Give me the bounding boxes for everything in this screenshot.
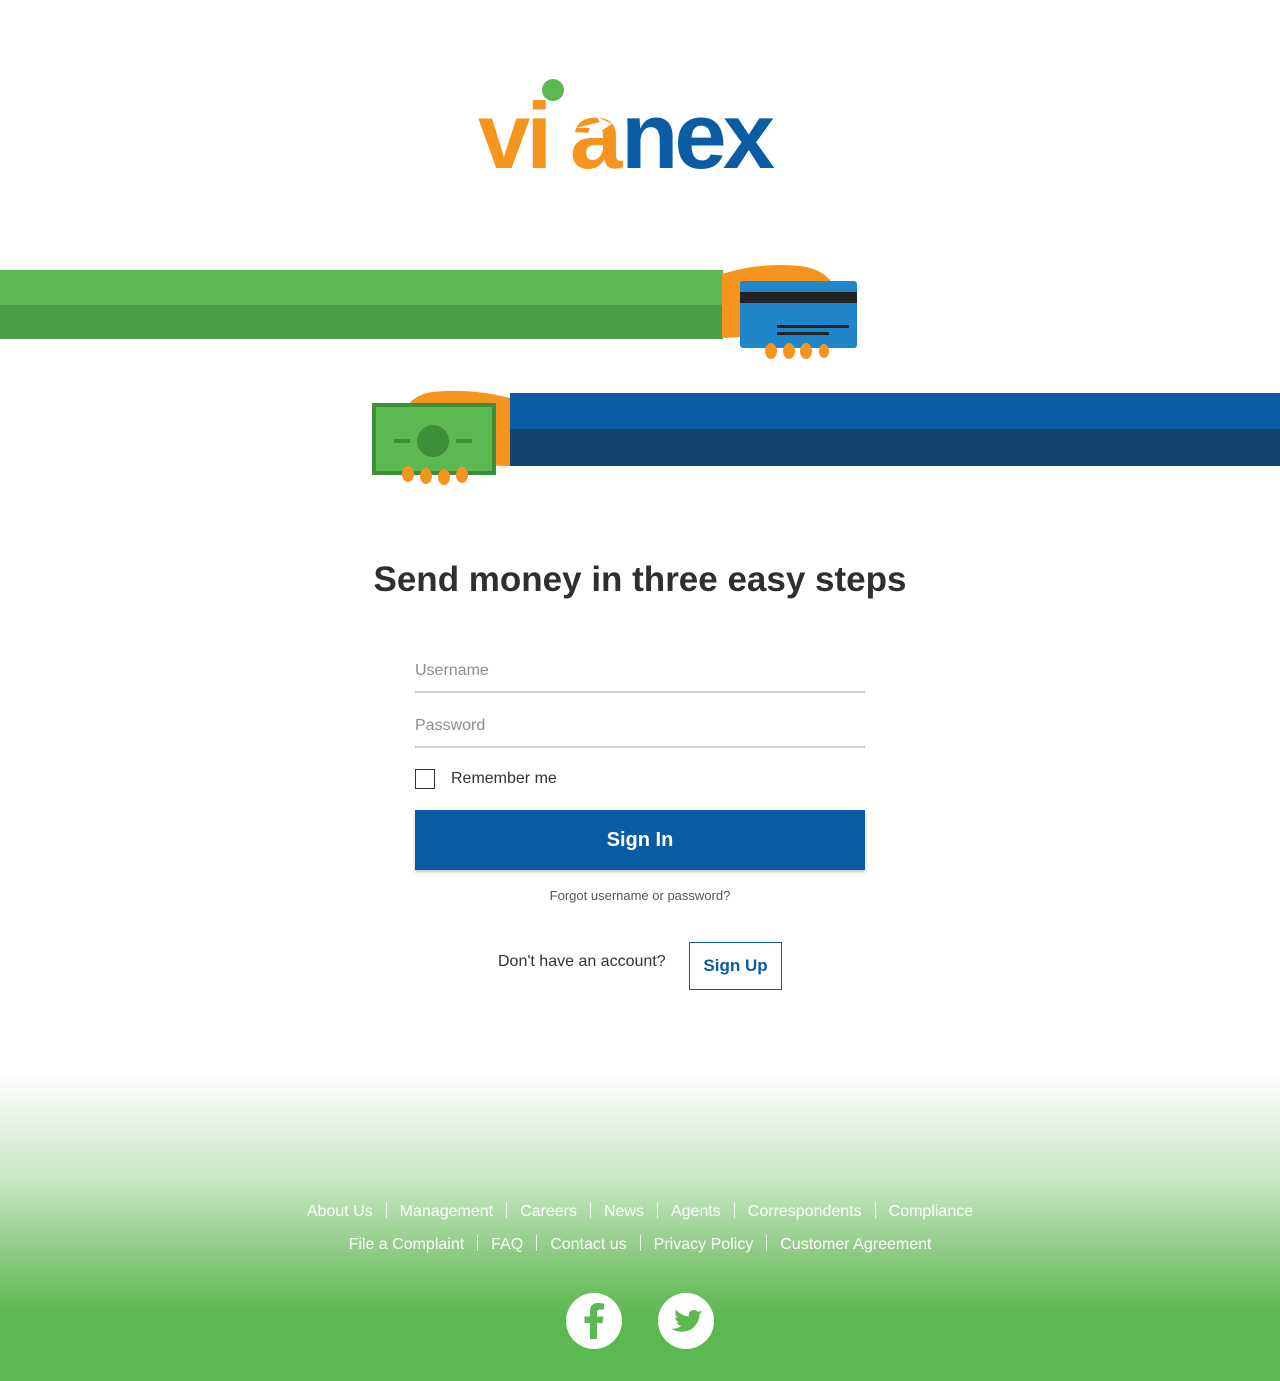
- link-separator: [766, 1235, 768, 1251]
- vianex-logo[interactable]: vi a nex: [478, 76, 804, 176]
- sign-in-button[interactable]: Sign In: [415, 810, 865, 870]
- username-input[interactable]: [415, 651, 865, 693]
- footer-link-contact-us[interactable]: Contact us: [550, 1236, 626, 1253]
- arm-with-cash-illustration: [372, 390, 1280, 485]
- link-separator: [477, 1235, 479, 1251]
- link-separator: [536, 1235, 538, 1251]
- link-separator: [506, 1202, 508, 1218]
- footer-links-row-2: File a Complaint FAQ Contact us Privacy Pol…: [0, 1235, 1280, 1254]
- footer-link-management[interactable]: Management: [400, 1203, 493, 1220]
- link-separator: [733, 1202, 735, 1218]
- footer-link-file-a-complaint[interactable]: File a Complaint: [349, 1236, 465, 1253]
- footer-link-privacy-policy[interactable]: Privacy Policy: [654, 1236, 754, 1253]
- footer-link-news[interactable]: News: [604, 1203, 644, 1220]
- twitter-glyph: [671, 1309, 703, 1332]
- arm-with-card-illustration: [0, 265, 857, 359]
- footer-link-compliance[interactable]: Compliance: [889, 1203, 973, 1220]
- footer-link-correspondents[interactable]: Correspondents: [748, 1203, 862, 1220]
- facebook-glyph: [584, 1303, 604, 1339]
- link-separator: [874, 1202, 876, 1218]
- footer-links-row-1: About Us Management Careers News Agents Corre…: [0, 1202, 1280, 1221]
- svg-text:nex: nex: [621, 83, 775, 176]
- page-headline: Send money in three easy steps: [373, 560, 907, 599]
- remember-me-checkbox[interactable]: [415, 769, 435, 789]
- footer-link-about-us[interactable]: About Us: [307, 1203, 373, 1220]
- footer-link-agents[interactable]: Agents: [671, 1203, 721, 1220]
- facebook-icon[interactable]: [566, 1293, 622, 1349]
- footer: [0, 1072, 1280, 1381]
- sign-up-button[interactable]: Sign Up: [689, 942, 782, 990]
- no-account-text: Don't have an account?: [498, 953, 666, 970]
- link-separator: [656, 1202, 658, 1218]
- remember-me-label[interactable]: Remember me: [451, 770, 557, 788]
- remember-me-row[interactable]: Remember me: [415, 768, 557, 790]
- svg-text:a: a: [570, 83, 623, 176]
- password-input[interactable]: [415, 706, 865, 748]
- forgot-credentials-link[interactable]: Forgot username or password?: [0, 888, 1280, 903]
- footer-link-customer-agreement[interactable]: Customer Agreement: [780, 1236, 931, 1253]
- link-separator: [639, 1235, 641, 1251]
- link-separator: [385, 1202, 387, 1218]
- footer-link-faq[interactable]: FAQ: [491, 1236, 523, 1253]
- footer-link-careers[interactable]: Careers: [520, 1203, 577, 1220]
- twitter-icon[interactable]: [658, 1293, 714, 1349]
- link-separator: [589, 1202, 591, 1218]
- svg-text:vi: vi: [478, 83, 548, 176]
